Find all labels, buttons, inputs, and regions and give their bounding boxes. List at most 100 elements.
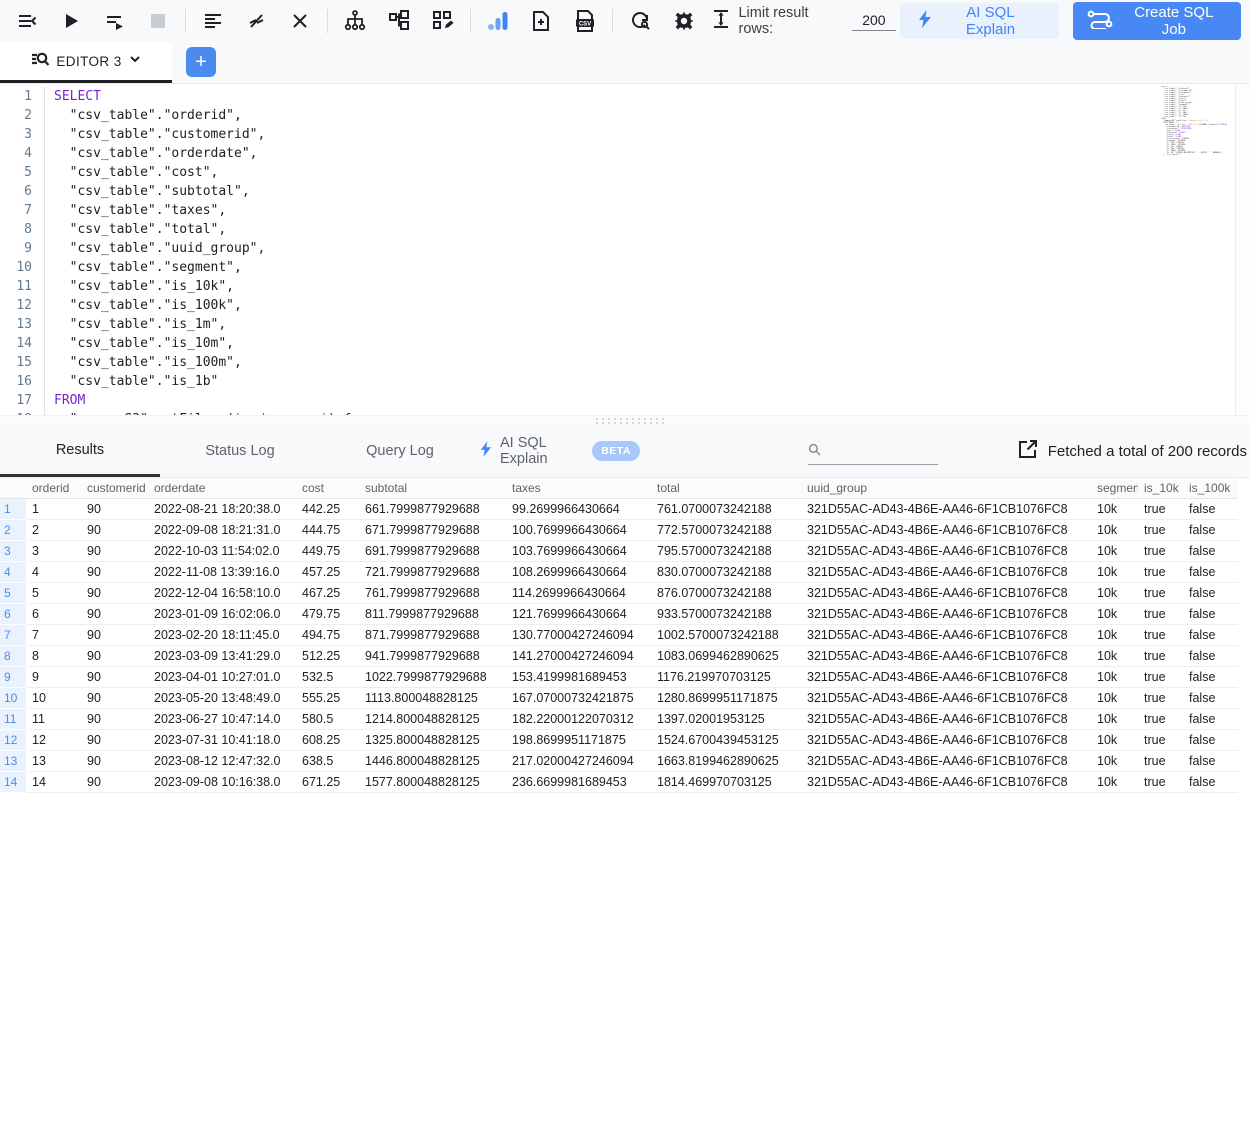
table-cell[interactable]: 2023-01-09 16:02:06.0 xyxy=(148,604,296,625)
table-cell[interactable]: 2022-09-08 18:21:31.0 xyxy=(148,520,296,541)
table-cell[interactable]: 1113.800048828125 xyxy=(359,688,506,709)
table-cell[interactable]: 721.7999877929688 xyxy=(359,562,506,583)
table-cell[interactable]: 449.75 xyxy=(296,541,359,562)
table-cell[interactable]: 10k xyxy=(1091,709,1138,730)
table-cell[interactable]: 12 xyxy=(26,730,81,751)
table-cell[interactable]: 830.0700073242188 xyxy=(651,562,801,583)
row-number-cell[interactable]: 13 xyxy=(0,751,26,772)
new-file-button[interactable] xyxy=(520,3,562,39)
table-cell[interactable]: 10k xyxy=(1091,625,1138,646)
table-cell[interactable]: 321D55AC-AD43-4B6E-AA46-6F1CB1076FC8 xyxy=(801,604,1091,625)
table-cell[interactable]: true xyxy=(1138,541,1183,562)
run-script-button[interactable] xyxy=(94,3,136,39)
table-cell[interactable]: 6 xyxy=(26,604,81,625)
table-cell[interactable]: false xyxy=(1183,604,1238,625)
no-format-button[interactable] xyxy=(236,3,278,39)
table-cell[interactable]: false xyxy=(1183,625,1238,646)
table-cell[interactable]: 479.75 xyxy=(296,604,359,625)
table-cell[interactable]: 121.7699966430664 xyxy=(506,604,651,625)
row-limit-input[interactable]: 200 xyxy=(852,11,896,31)
table-cell[interactable]: 1280.8699951171875 xyxy=(651,688,801,709)
editor-tab[interactable]: EDITOR 3 xyxy=(0,42,172,83)
table-cell[interactable]: 10k xyxy=(1091,583,1138,604)
table-cell[interactable]: 1214.800048828125 xyxy=(359,709,506,730)
table-cell[interactable]: 2023-06-27 10:47:14.0 xyxy=(148,709,296,730)
table-row[interactable]: 1414902023-09-08 10:16:38.0671.251577.80… xyxy=(0,772,1238,793)
table-cell[interactable]: 5 xyxy=(26,583,81,604)
table-cell[interactable]: true xyxy=(1138,583,1183,604)
table-cell[interactable]: 321D55AC-AD43-4B6E-AA46-6F1CB1076FC8 xyxy=(801,583,1091,604)
table-cell[interactable]: 761.7999877929688 xyxy=(359,583,506,604)
table-cell[interactable]: 467.25 xyxy=(296,583,359,604)
table-cell[interactable]: 321D55AC-AD43-4B6E-AA46-6F1CB1076FC8 xyxy=(801,772,1091,793)
table-cell[interactable]: true xyxy=(1138,499,1183,520)
table-cell[interactable]: 182.22000122070312 xyxy=(506,709,651,730)
table-cell[interactable]: 198.8699951171875 xyxy=(506,730,651,751)
table-cell[interactable]: false xyxy=(1183,751,1238,772)
sql-code[interactable]: 1SELECT2 "csv_table"."orderid",3 "csv_ta… xyxy=(0,87,1235,415)
settings-button[interactable] xyxy=(663,3,705,39)
table-row[interactable]: 22902022-09-08 18:21:31.0444.75671.79998… xyxy=(0,520,1238,541)
column-header-is_100k[interactable]: is_100k xyxy=(1183,478,1238,499)
table-cell[interactable]: true xyxy=(1138,646,1183,667)
table-cell[interactable]: 90 xyxy=(81,499,148,520)
table-cell[interactable]: true xyxy=(1138,625,1183,646)
table-cell[interactable]: 555.25 xyxy=(296,688,359,709)
table-cell[interactable]: 1814.469970703125 xyxy=(651,772,801,793)
table-cell[interactable]: 2022-11-08 13:39:16.0 xyxy=(148,562,296,583)
table-cell[interactable]: 236.6699981689453 xyxy=(506,772,651,793)
table-row[interactable]: 1313902023-08-12 12:47:32.0638.51446.800… xyxy=(0,751,1238,772)
table-cell[interactable]: 671.25 xyxy=(296,772,359,793)
table-cell[interactable]: false xyxy=(1183,646,1238,667)
table-cell[interactable]: 321D55AC-AD43-4B6E-AA46-6F1CB1076FC8 xyxy=(801,709,1091,730)
chevron-down-icon[interactable] xyxy=(128,52,142,71)
row-number-cell[interactable]: 10 xyxy=(0,688,26,709)
tab-status-log[interactable]: Status Log xyxy=(160,426,320,477)
table-cell[interactable]: 321D55AC-AD43-4B6E-AA46-6F1CB1076FC8 xyxy=(801,730,1091,751)
table-cell[interactable]: 4 xyxy=(26,562,81,583)
table-cell[interactable]: 321D55AC-AD43-4B6E-AA46-6F1CB1076FC8 xyxy=(801,541,1091,562)
table-cell[interactable]: 321D55AC-AD43-4B6E-AA46-6F1CB1076FC8 xyxy=(801,751,1091,772)
open-in-new-icon[interactable] xyxy=(1018,439,1038,464)
tab-ai-sql-explain[interactable]: AI SQL Explain BETA xyxy=(480,426,640,477)
table-cell[interactable]: 10k xyxy=(1091,730,1138,751)
table-cell[interactable]: 90 xyxy=(81,730,148,751)
table-cell[interactable]: 90 xyxy=(81,562,148,583)
table-cell[interactable]: 2023-08-12 12:47:32.0 xyxy=(148,751,296,772)
table-cell[interactable]: true xyxy=(1138,688,1183,709)
table-cell[interactable]: false xyxy=(1183,709,1238,730)
table-cell[interactable]: false xyxy=(1183,499,1238,520)
table-cell[interactable]: 1577.800048828125 xyxy=(359,772,506,793)
table-cell[interactable]: true xyxy=(1138,667,1183,688)
table-cell[interactable]: 2023-04-01 10:27:01.0 xyxy=(148,667,296,688)
table-cell[interactable]: true xyxy=(1138,520,1183,541)
table-row[interactable]: 1111902023-06-27 10:47:14.0580.51214.800… xyxy=(0,709,1238,730)
table-cell[interactable]: 1083.0699462890625 xyxy=(651,646,801,667)
table-cell[interactable]: true xyxy=(1138,730,1183,751)
table-cell[interactable]: 761.0700073242188 xyxy=(651,499,801,520)
table-cell[interactable]: 8 xyxy=(26,646,81,667)
table-cell[interactable]: 494.75 xyxy=(296,625,359,646)
table-cell[interactable]: 90 xyxy=(81,772,148,793)
column-header-segment[interactable]: segment xyxy=(1091,478,1138,499)
table-cell[interactable]: 2023-07-31 10:41:18.0 xyxy=(148,730,296,751)
row-number-cell[interactable]: 14 xyxy=(0,772,26,793)
table-cell[interactable]: 321D55AC-AD43-4B6E-AA46-6F1CB1076FC8 xyxy=(801,562,1091,583)
table-cell[interactable]: 321D55AC-AD43-4B6E-AA46-6F1CB1076FC8 xyxy=(801,667,1091,688)
row-number-cell[interactable]: 7 xyxy=(0,625,26,646)
table-row[interactable]: 66902023-01-09 16:02:06.0479.75811.79998… xyxy=(0,604,1238,625)
table-cell[interactable]: 691.7999877929688 xyxy=(359,541,506,562)
table-cell[interactable]: 608.25 xyxy=(296,730,359,751)
table-cell[interactable]: 114.2699966430664 xyxy=(506,583,651,604)
table-cell[interactable]: 2 xyxy=(26,520,81,541)
table-cell[interactable]: 10k xyxy=(1091,751,1138,772)
table-cell[interactable]: 7 xyxy=(26,625,81,646)
panel-splitter[interactable] xyxy=(0,415,1249,426)
table-cell[interactable]: false xyxy=(1183,772,1238,793)
clear-button[interactable] xyxy=(280,3,322,39)
table-cell[interactable]: 10k xyxy=(1091,520,1138,541)
table-cell[interactable]: 2022-12-04 16:58:10.0 xyxy=(148,583,296,604)
table-row[interactable]: 11902022-08-21 18:20:38.0442.25661.79998… xyxy=(0,499,1238,520)
menu-open-button[interactable] xyxy=(6,3,48,39)
table-cell[interactable]: 457.25 xyxy=(296,562,359,583)
